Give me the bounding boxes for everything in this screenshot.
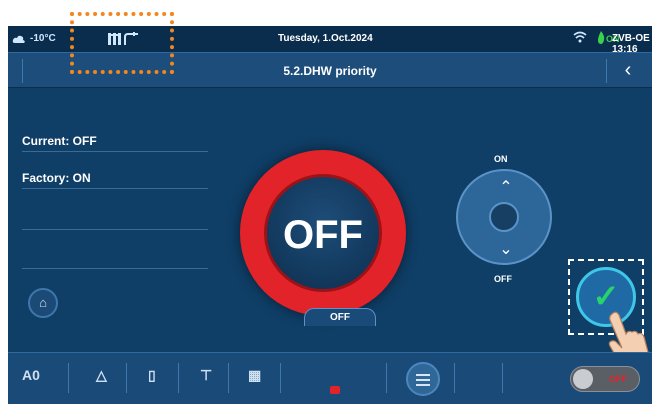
menu-line (416, 379, 430, 381)
boiler-icon[interactable]: ▯ (148, 367, 156, 384)
home-icon: ⌂ (39, 295, 47, 310)
flame-outline-icon[interactable]: △ (96, 367, 107, 384)
factory-value-label: Factory: ON (22, 171, 91, 185)
divider (22, 268, 208, 269)
divider (454, 363, 455, 393)
state-toggle-button[interactable]: OFF (240, 150, 406, 316)
divider (386, 363, 387, 393)
annotation-highlight (70, 12, 174, 74)
state-label: OFF (283, 213, 363, 257)
flame-icon (598, 31, 605, 44)
radiator-icon[interactable]: ▦ (248, 367, 261, 384)
divider (22, 229, 208, 230)
selector-center (489, 202, 519, 232)
divider (68, 363, 69, 393)
current-value-label: Current: OFF (22, 134, 97, 148)
selector-on-label: ON (494, 154, 508, 164)
chevron-left-icon: ‹ (624, 59, 632, 81)
chevron-up-icon[interactable]: ⌃ (492, 177, 520, 197)
auto-mode-icon[interactable]: A0 (22, 367, 40, 383)
divider (502, 363, 503, 393)
bottom-toolbar: A0 △ ▯ ⊤ ▦ (8, 352, 652, 404)
mode-tab[interactable]: OFF (304, 308, 376, 326)
current-date: Tuesday, 1.Oct.2024 (278, 33, 373, 44)
toggle-label: OFF (609, 374, 627, 384)
divider (22, 151, 208, 152)
divider (606, 59, 607, 83)
divider (178, 363, 179, 393)
divider (126, 363, 127, 393)
alert-indicator (330, 386, 340, 394)
checkmark-icon: ✓ (592, 278, 620, 314)
menu-line (416, 384, 430, 386)
cloud-icon (12, 35, 25, 43)
toggle-knob (573, 369, 593, 389)
back-button[interactable]: ‹ (614, 57, 642, 85)
outdoor-temperature: -10°C (30, 33, 56, 44)
wifi-icon (573, 31, 587, 43)
menu-line (416, 374, 430, 376)
divider (280, 363, 281, 393)
chevron-down-icon[interactable]: ⌄ (492, 239, 520, 259)
selector-off-label: OFF (494, 274, 512, 284)
divider (228, 363, 229, 393)
power-toggle[interactable]: OFF (570, 366, 640, 392)
tap-icon[interactable]: ⊤ (200, 367, 212, 384)
home-button[interactable]: ⌂ (28, 288, 58, 318)
divider (22, 188, 208, 189)
screen: -10°C Tuesday, 1.Oct.2024 ON ZVB-OE 13:1… (8, 26, 652, 404)
menu-button[interactable] (406, 362, 440, 396)
state-display: OFF (264, 174, 382, 292)
on-off-selector: ⌃ ⌄ (456, 169, 552, 265)
